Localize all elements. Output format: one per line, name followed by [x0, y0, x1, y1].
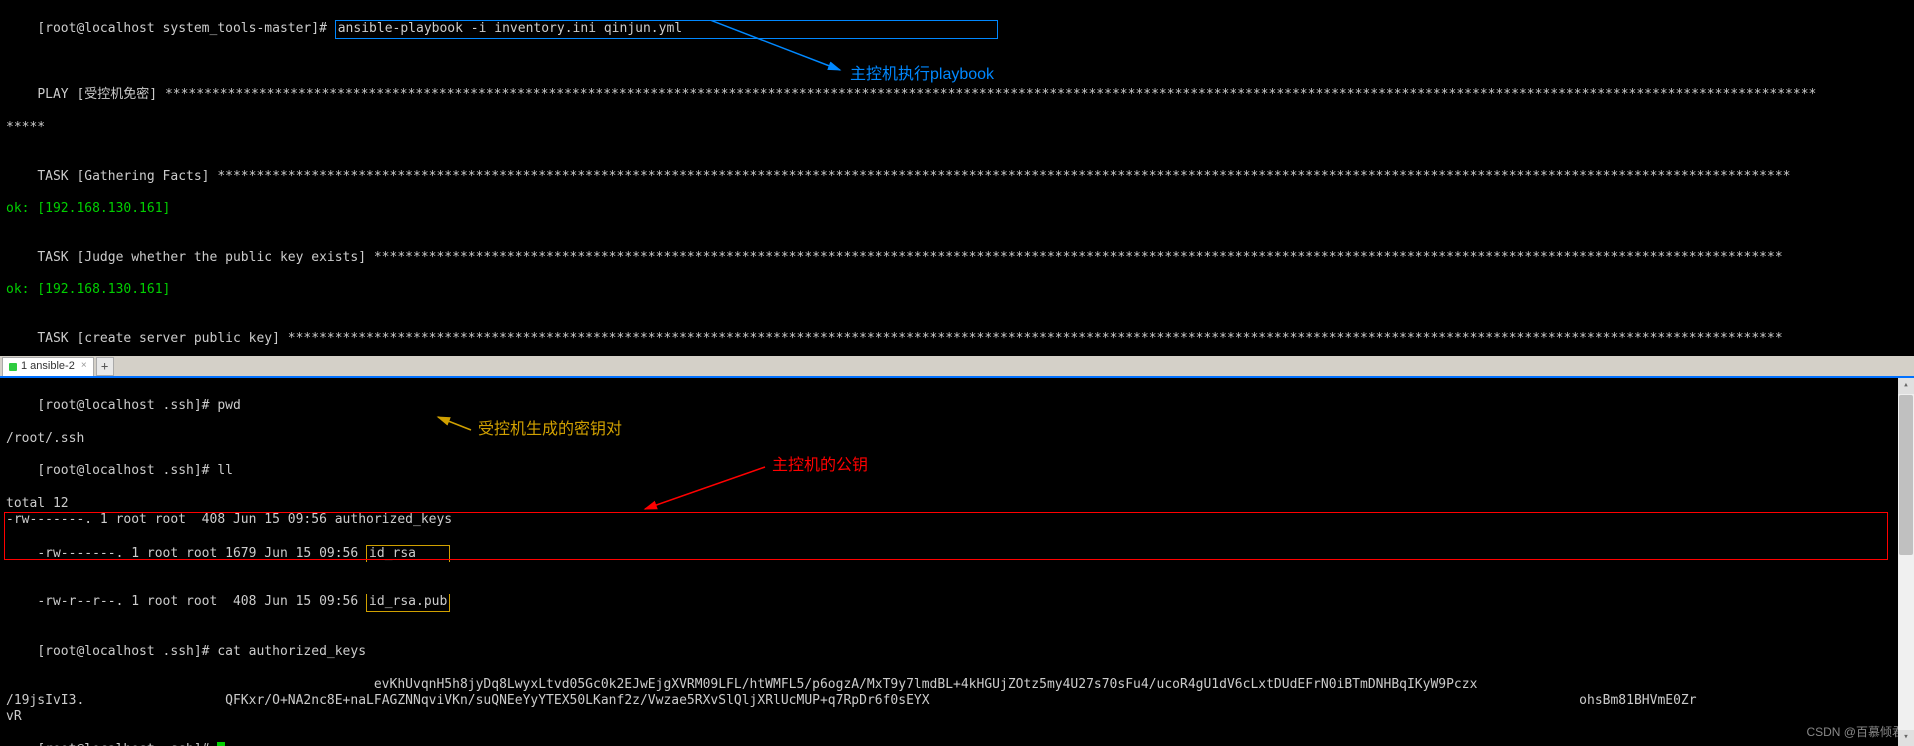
- pwd-command-line: [root@localhost .ssh]# pwd: [6, 382, 1908, 431]
- tab-active-indicator-icon: [9, 363, 17, 371]
- pubkey-highlight-box: [4, 512, 1888, 560]
- shell-prompt: [root@localhost system_tools-master]#: [37, 21, 334, 36]
- tab-close-icon[interactable]: ×: [81, 360, 87, 373]
- scroll-thumb[interactable]: [1899, 395, 1913, 555]
- terminal-bottom-pane[interactable]: [root@localhost .ssh]# pwd /root/.ssh [r…: [0, 378, 1914, 746]
- watermark: CSDN @百慕倾君: [1806, 725, 1904, 740]
- task1-status: ok: [192.168.130.161]: [6, 201, 1908, 217]
- annotation-master-playbook: 主控机执行playbook: [850, 65, 994, 85]
- tab-bar: 1 ansible-2 × +: [0, 356, 1914, 378]
- cat-command-line: [root@localhost .ssh]# cat authorized_ke…: [6, 628, 1908, 677]
- scroll-down-icon[interactable]: ▾: [1898, 730, 1914, 746]
- cat-output-line2: /19jsIvI3. QFKxr/O+NA2nc8E+naLFAGZNNqviV…: [6, 693, 1908, 709]
- tab-ansible-2[interactable]: 1 ansible-2 ×: [2, 357, 94, 376]
- cursor-icon: [217, 742, 225, 746]
- cat-output-line3: vR: [6, 709, 1908, 725]
- scrollbar-vertical[interactable]: ▴ ▾: [1898, 378, 1914, 746]
- ll-id-rsa-pub: -rw-r--r--. 1 root root 408 Jun 15 09:56…: [6, 578, 1908, 628]
- id-rsa-pub-highlight: id_rsa.pub: [366, 594, 450, 611]
- annotation-master-pubkey: 主控机的公钥: [772, 456, 868, 476]
- final-prompt: [root@localhost .ssh]#: [6, 725, 1908, 746]
- task-create-key: TASK [create server public key] ********…: [6, 315, 1908, 356]
- task2-status: ok: [192.168.130.161]: [6, 282, 1908, 298]
- scroll-up-icon[interactable]: ▴: [1898, 378, 1914, 394]
- command-line: [root@localhost system_tools-master]# an…: [6, 4, 1908, 55]
- terminal-top-pane[interactable]: [root@localhost system_tools-master]# an…: [0, 0, 1914, 356]
- ll-command-line: [root@localhost .ssh]# ll: [6, 447, 1908, 496]
- pwd-output: /root/.ssh: [6, 431, 1908, 447]
- tab-label: 1 ansible-2: [21, 360, 75, 374]
- cat-output-line1: evKhUvqnH5h8jyDq8LwyxLtvd05Gc0k2EJwEjgXV…: [6, 677, 1908, 693]
- task-gathering-facts: TASK [Gathering Facts] *****************…: [6, 152, 1908, 201]
- task-judge-key: TASK [Judge whether the public key exist…: [6, 234, 1908, 283]
- annotation-keypair: 受控机生成的密钥对: [478, 420, 622, 440]
- highlighted-command: ansible-playbook -i inventory.ini qinjun…: [335, 20, 998, 38]
- tab-add-button[interactable]: +: [96, 357, 114, 376]
- ll-total: total 12: [6, 496, 1908, 512]
